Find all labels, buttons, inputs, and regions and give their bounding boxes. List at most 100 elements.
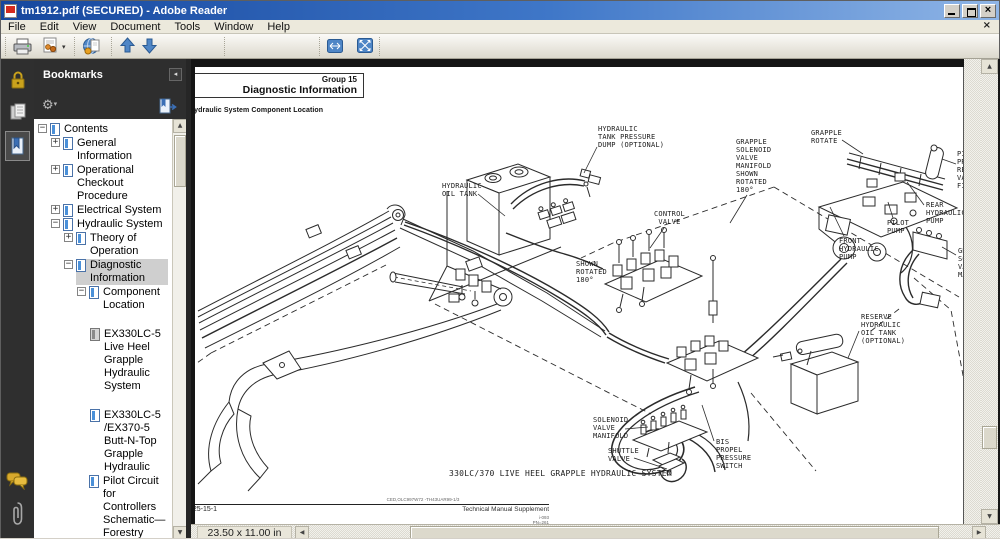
bookmarks-header: Bookmarks ◂ <box>34 59 186 96</box>
bookmarks-title: Bookmarks <box>43 69 103 81</box>
close-button[interactable]: × <box>980 4 996 18</box>
expand-current-bookmark-button[interactable] <box>159 98 178 115</box>
bookmark-label: EX330LC-5 /EX370-5 Butt-N-Top Grapple Hy… <box>104 409 161 474</box>
diagram-label-shown-rotated-180: SHOWN ROTATED 180° <box>576 260 607 284</box>
bookmark-item[interactable]: +General Information <box>34 137 172 163</box>
print-button[interactable] <box>12 37 33 56</box>
collapse-icon[interactable]: − <box>38 124 47 133</box>
attachments-panel-button[interactable] <box>5 499 30 529</box>
bookmark-label: Theory of Operation <box>90 232 168 258</box>
menu-window[interactable]: Window <box>207 21 260 33</box>
collapse-icon[interactable]: − <box>64 260 73 269</box>
expand-icon[interactable]: + <box>51 138 60 147</box>
document-pane: Group 15 Diagnostic Information Hydrauli… <box>191 59 1000 539</box>
bookmark-item[interactable]: +Electrical System <box>34 204 172 217</box>
bookmark-item[interactable]: − Component Location <box>34 286 172 312</box>
menu-help[interactable]: Help <box>260 21 297 33</box>
toolbar-separator <box>224 37 225 56</box>
bookmark-page-icon <box>90 409 100 422</box>
diagram-label-solenoid-valve-manifold: SOLENOID VALVE MANIFOLD <box>593 416 628 440</box>
next-page-button[interactable] <box>141 37 158 54</box>
bookmark-page-icon <box>90 328 100 341</box>
collapse-panel-button[interactable]: ◂ <box>169 68 182 81</box>
comments-panel-button[interactable] <box>5 467 30 493</box>
bookmarks-icon <box>9 136 26 156</box>
toolbar-separator <box>111 37 112 56</box>
diagram-label-reserve-hydraulic-oil-tank: RESERVE HYDRAULIC OIL TANK (OPTIONAL) <box>861 313 905 345</box>
pdf-file-icon <box>4 4 17 18</box>
diagram-caption: 330LC/370 LIVE HEEL GRAPPLE HYDRAULIC SY… <box>449 469 672 478</box>
bookmark-item[interactable]: −Diagnostic Information <box>34 259 172 285</box>
security-panel-button[interactable] <box>5 67 30 93</box>
collaborate-live-button[interactable] <box>82 37 102 56</box>
expand-icon[interactable]: + <box>64 233 73 242</box>
email-button[interactable] <box>41 37 61 55</box>
menu-tools[interactable]: Tools <box>168 21 208 33</box>
bookmark-item[interactable]: Pilot Circuit for Controllers Schematic—… <box>34 475 172 539</box>
bookmarks-scrollbar[interactable]: ▲ ▼ <box>172 119 186 539</box>
bookmark-page-icon <box>89 286 99 299</box>
fit-width-button[interactable] <box>327 39 343 53</box>
scroll-down-icon[interactable]: ▼ <box>981 509 998 524</box>
vertical-scrollbar[interactable]: ▲ ▼ <box>981 59 998 524</box>
fit-page-icon <box>357 38 373 53</box>
pages-panel-button[interactable] <box>5 99 30 125</box>
footer-manual-title: Technical Manual Supplement <box>345 506 549 513</box>
bookmark-label: Pilot Circuit for Controllers Schematic—… <box>103 475 168 539</box>
diagram-label-shuttle-valve: SHUTTLE VALVE <box>608 447 639 463</box>
toolbar-separator <box>319 37 320 56</box>
bookmark-label: Operational Checkout Procedure <box>77 164 168 203</box>
bookmarks-panel-button[interactable] <box>5 131 30 161</box>
comments-icon <box>6 471 29 490</box>
close-document-icon[interactable]: × <box>983 20 991 31</box>
scroll-up-icon[interactable]: ▲ <box>981 59 998 74</box>
vertical-scroll-thumb[interactable] <box>982 426 997 449</box>
bookmark-label: Component Location <box>103 286 168 312</box>
diagram-label-pilot-pump: PILOT PUMP <box>887 219 909 235</box>
collapse-icon[interactable]: − <box>77 287 86 296</box>
window-title: tm1912.pdf (SECURED) - Adobe Reader <box>21 5 944 17</box>
bookmark-page-icon <box>63 137 73 150</box>
bookmark-page-icon <box>50 123 60 136</box>
footer-small-note: CED,OLC997W72 -TH43UAR99-1/3 <box>297 497 549 502</box>
bookmark-item[interactable]: EX330LC-5 /EX370-5 Butt-N-Top Grapple Hy… <box>34 394 172 474</box>
toolbar-separator <box>379 37 380 56</box>
minimize-button[interactable] <box>944 4 960 18</box>
menu-file[interactable]: File <box>1 21 33 33</box>
expand-icon[interactable]: + <box>51 165 60 174</box>
pages-icon <box>9 102 27 122</box>
arrow-down-icon <box>141 37 158 54</box>
bookmark-item[interactable]: + Operational Checkout Procedure <box>34 164 172 203</box>
bookmark-page-icon <box>63 218 73 231</box>
options-button[interactable]: ⚙▾ <box>42 98 57 113</box>
bookmark-item[interactable]: −Hydraulic System <box>34 218 172 231</box>
menu-edit[interactable]: Edit <box>33 21 66 33</box>
bookmark-item[interactable]: EX330LC-5 Live Heel Grapple Hydraulic Sy… <box>34 313 172 393</box>
fit-page-button[interactable] <box>357 38 373 53</box>
bookmark-item[interactable]: + Theory of Operation <box>34 232 172 258</box>
diagram-label-grapple-solenoid-valve-manifold-top: GRAPPLE SOLENOID VALVE MANIFOLD SHOWN RO… <box>736 138 771 194</box>
bookmarks-tree: −Contents+General Information+Operationa… <box>34 119 186 539</box>
toolbar-separator <box>5 37 6 56</box>
collapse-icon[interactable]: − <box>51 219 60 228</box>
menu-view[interactable]: View <box>66 21 104 33</box>
restore-button[interactable] <box>962 4 978 18</box>
menu-bar: FileEditViewDocumentToolsWindowHelp × <box>1 20 999 34</box>
bookmarks-scroll-thumb[interactable] <box>174 135 186 187</box>
expand-icon[interactable]: + <box>51 205 60 214</box>
bookmarks-toolbar: ⚙▾ <box>34 96 186 119</box>
bookmark-page-icon <box>76 259 86 272</box>
menu-document[interactable]: Document <box>103 21 167 33</box>
bookmark-page-icon <box>63 164 73 177</box>
bookmark-label: Contents <box>64 123 168 136</box>
bookmark-item[interactable]: − Contents <box>34 123 172 136</box>
page-margin <box>964 59 981 524</box>
footer-section-number: 025-15-1 <box>195 506 217 513</box>
adobe-reader-window: tm1912.pdf (SECURED) - Adobe Reader × Fi… <box>0 0 1000 539</box>
email-dropdown-caret[interactable]: ▾ <box>62 43 66 51</box>
status-bar: 23.50 x 11.00 in ◀ ▶ <box>191 524 1000 539</box>
diagram-label-hydraulic-tank-pressure-dump: HYDRAULIC TANK PRESSURE DUMP (OPTIONAL) <box>598 125 664 149</box>
previous-page-button[interactable] <box>119 37 136 54</box>
scroll-up-icon[interactable]: ▲ <box>173 119 187 133</box>
title-bar: tm1912.pdf (SECURED) - Adobe Reader × <box>1 1 999 20</box>
